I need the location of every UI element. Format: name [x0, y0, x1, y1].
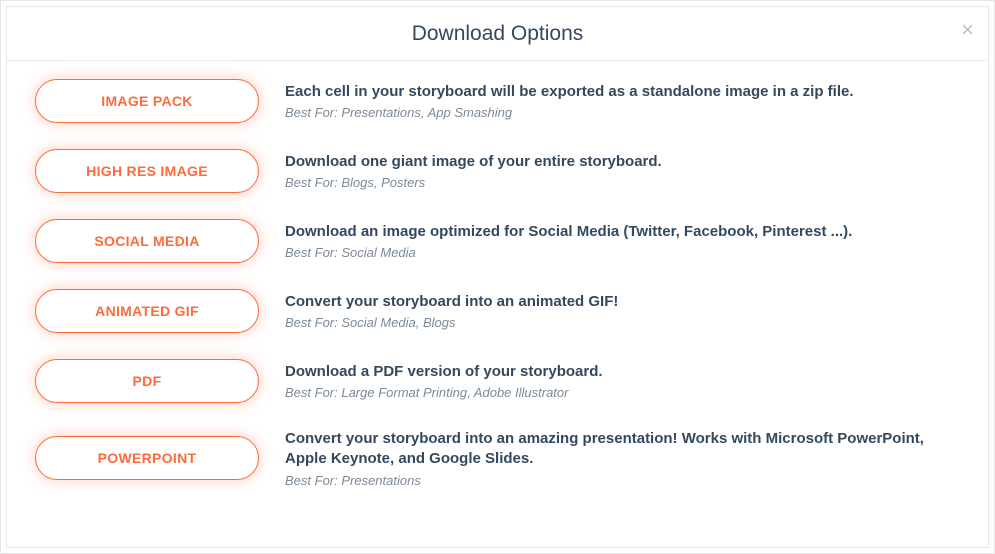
option-best-for: Best For: Blogs, Posters	[285, 175, 960, 190]
option-title: Download one giant image of your entire …	[285, 152, 960, 172]
option-title: Download an image optimized for Social M…	[285, 222, 960, 242]
option-description: Convert your storyboard into an amazing …	[259, 429, 960, 488]
option-best-for: Best For: Large Format Printing, Adobe I…	[285, 385, 960, 400]
image-pack-button[interactable]: IMAGE PACK	[35, 79, 259, 123]
page-frame: Download Options × IMAGE PACK Each cell …	[0, 0, 995, 554]
option-title: Download a PDF version of your storyboar…	[285, 362, 960, 382]
option-description: Download one giant image of your entire …	[259, 152, 960, 190]
option-best-for: Best For: Social Media, Blogs	[285, 315, 960, 330]
option-title: Convert your storyboard into an animated…	[285, 292, 960, 312]
close-icon: ×	[961, 17, 974, 42]
option-high-res-image: HIGH RES IMAGE Download one giant image …	[35, 149, 960, 193]
animated-gif-button[interactable]: ANIMATED GIF	[35, 289, 259, 333]
social-media-button[interactable]: SOCIAL MEDIA	[35, 219, 259, 263]
option-title: Convert your storyboard into an amazing …	[285, 429, 960, 470]
modal-title: Download Options	[412, 22, 584, 46]
close-button[interactable]: ×	[961, 19, 974, 41]
option-image-pack: IMAGE PACK Each cell in your storyboard …	[35, 79, 960, 123]
high-res-image-button[interactable]: HIGH RES IMAGE	[35, 149, 259, 193]
option-description: Download a PDF version of your storyboar…	[259, 362, 960, 400]
option-best-for: Best For: Social Media	[285, 245, 960, 260]
option-pdf: PDF Download a PDF version of your story…	[35, 359, 960, 403]
powerpoint-button[interactable]: POWERPOINT	[35, 436, 259, 480]
option-title: Each cell in your storyboard will be exp…	[285, 82, 960, 102]
option-description: Convert your storyboard into an animated…	[259, 292, 960, 330]
options-list: IMAGE PACK Each cell in your storyboard …	[7, 61, 988, 508]
download-options-modal: Download Options × IMAGE PACK Each cell …	[6, 6, 989, 548]
option-description: Each cell in your storyboard will be exp…	[259, 82, 960, 120]
option-best-for: Best For: Presentations	[285, 473, 960, 488]
option-powerpoint: POWERPOINT Convert your storyboard into …	[35, 429, 960, 488]
option-description: Download an image optimized for Social M…	[259, 222, 960, 260]
option-social-media: SOCIAL MEDIA Download an image optimized…	[35, 219, 960, 263]
option-best-for: Best For: Presentations, App Smashing	[285, 105, 960, 120]
option-animated-gif: ANIMATED GIF Convert your storyboard int…	[35, 289, 960, 333]
modal-header: Download Options ×	[7, 7, 988, 61]
pdf-button[interactable]: PDF	[35, 359, 259, 403]
